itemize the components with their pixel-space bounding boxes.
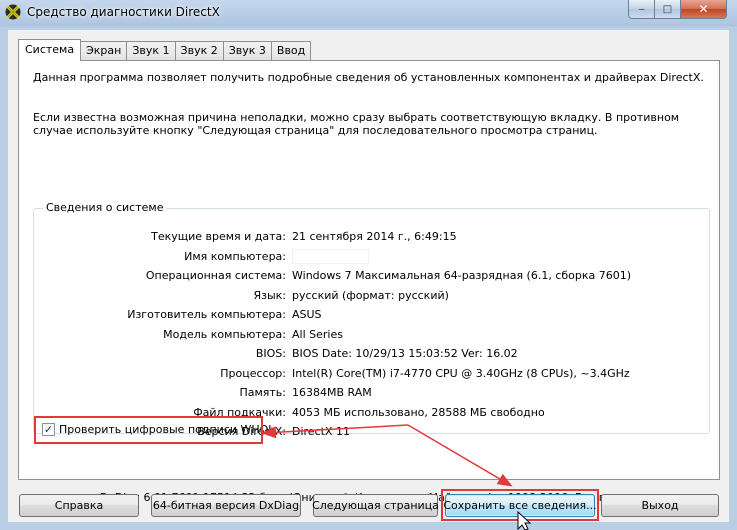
close-icon: ✕ bbox=[698, 2, 709, 16]
intro-hint-text: Если известна возможная причина неполадк… bbox=[33, 111, 680, 137]
info-value: All Series bbox=[292, 327, 343, 341]
info-row-memory: Память: 16384MB RAM bbox=[34, 383, 709, 403]
close-button[interactable]: ✕ bbox=[681, 0, 727, 19]
tab-sound-2[interactable]: Звук 2 bbox=[175, 41, 224, 60]
info-row-model: Модель компьютера: All Series bbox=[34, 325, 709, 345]
system-info-rows: Текущие время и дата: 21 сентября 2014 г… bbox=[34, 227, 709, 442]
info-label: Изготовитель компьютера: bbox=[127, 308, 286, 322]
info-value: Intel(R) Core(TM) i7-4770 CPU @ 3.40GHz … bbox=[292, 366, 630, 380]
info-value: 4053 МБ использовано, 28588 МБ свободно bbox=[292, 405, 545, 419]
info-value: русский (формат: русский) bbox=[292, 288, 449, 302]
minimize-icon: ‒ bbox=[638, 3, 645, 15]
directx-icon bbox=[5, 4, 21, 20]
info-value bbox=[289, 248, 369, 264]
caption-buttons: ‒ □ ✕ bbox=[628, 0, 727, 20]
tab-sound-3[interactable]: Звук 3 bbox=[223, 41, 272, 60]
info-row-processor: Процессор: Intel(R) Core(TM) i7-4770 CPU… bbox=[34, 364, 709, 384]
intro-text: Данная программа позволяет получить подр… bbox=[33, 71, 704, 84]
redacted-computer-name bbox=[292, 248, 369, 264]
info-value: 16384MB RAM bbox=[292, 386, 372, 400]
info-label: Модель компьютера: bbox=[163, 327, 286, 341]
tab-system[interactable]: Система bbox=[18, 39, 82, 61]
maximize-icon: □ bbox=[662, 3, 673, 15]
save-annotation-box bbox=[441, 489, 599, 521]
info-value: 21 сентября 2014 г., 6:49:15 bbox=[292, 230, 457, 244]
dxdiag-64bit-button[interactable]: 64-битная версия DxDiag bbox=[151, 494, 301, 517]
info-label: Память: bbox=[239, 386, 286, 400]
info-label: Язык: bbox=[253, 288, 286, 302]
whql-annotation-box bbox=[34, 416, 263, 444]
info-row-os: Операционная система: Windows 7 Максимал… bbox=[34, 266, 709, 286]
client-area: Система Экран Звук 1 Звук 2 Звук 3 Ввод … bbox=[8, 30, 729, 522]
info-row-bios: BIOS: BIOS Date: 10/29/13 15:03:52 Ver: … bbox=[34, 344, 709, 364]
minimize-button[interactable]: ‒ bbox=[628, 0, 655, 19]
window-title: Средство диагностики DirectX bbox=[27, 5, 220, 19]
info-row-manufacturer: Изготовитель компьютера: ASUS bbox=[34, 305, 709, 325]
info-value: Windows 7 Максимальная 64-разрядная (6.1… bbox=[292, 269, 632, 283]
info-value: BIOS Date: 10/29/13 15:03:52 Ver: 16.02 bbox=[292, 347, 518, 361]
group-title: Сведения о системе bbox=[43, 201, 167, 214]
tab-display[interactable]: Экран bbox=[81, 41, 128, 60]
maximize-button[interactable]: □ bbox=[655, 0, 681, 19]
system-info-group: Сведения о системе Текущие время и дата:… bbox=[33, 201, 710, 438]
info-label: Операционная система: bbox=[145, 269, 286, 283]
exit-button[interactable]: Выход bbox=[601, 494, 719, 517]
info-row-datetime: Текущие время и дата: 21 сентября 2014 г… bbox=[34, 227, 709, 247]
dxdiag-window: Средство диагностики DirectX ‒ □ ✕ Систе… bbox=[0, 0, 737, 530]
info-label: Имя компьютера: bbox=[184, 249, 286, 263]
tab-strip: Система Экран Звук 1 Звук 2 Звук 3 Ввод bbox=[18, 39, 312, 61]
tab-sound-1[interactable]: Звук 1 bbox=[127, 41, 176, 60]
info-row-language: Язык: русский (формат: русский) bbox=[34, 286, 709, 306]
info-value: ASUS bbox=[292, 308, 322, 322]
info-label: Текущие время и дата: bbox=[151, 230, 286, 244]
info-label: Процессор: bbox=[220, 366, 286, 380]
title-bar[interactable]: Средство диагностики DirectX ‒ □ ✕ bbox=[0, 0, 737, 26]
info-row-computer-name: Имя компьютера: bbox=[34, 247, 709, 267]
next-page-button[interactable]: Следующая страница bbox=[312, 494, 439, 517]
help-button[interactable]: Справка bbox=[19, 494, 139, 517]
tab-input[interactable]: Ввод bbox=[271, 41, 312, 60]
info-label: BIOS: bbox=[255, 347, 286, 361]
info-value: DirectX 11 bbox=[292, 425, 350, 439]
